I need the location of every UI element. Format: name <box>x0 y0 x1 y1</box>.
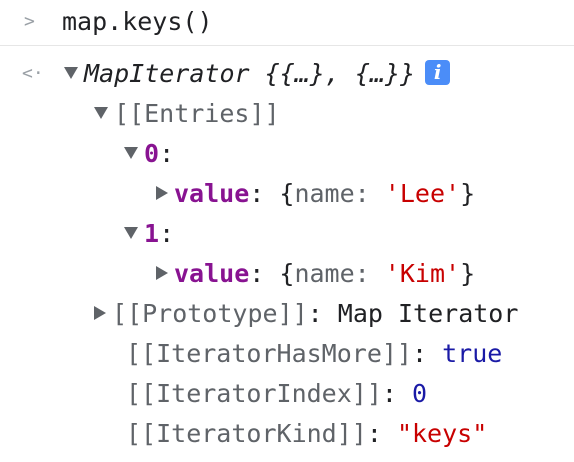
result-summary[interactable]: MapIterator {{…}, {…}} <box>84 59 415 88</box>
expand-triangle-icon[interactable] <box>124 147 138 159</box>
object-field-name: name <box>294 259 355 288</box>
prototype-label: [[Prototype]] <box>112 299 308 328</box>
object-field-separator: : <box>354 179 370 208</box>
object-field-name: name <box>294 179 355 208</box>
prototype-value: Map Iterator <box>337 299 519 328</box>
return-arrow-icon: <· <box>22 63 44 84</box>
object-field-separator: : <box>354 259 370 288</box>
iterator-kind-label: [[IteratorKind]] <box>126 419 367 448</box>
object-open-brace: { <box>279 179 295 208</box>
iterator-has-more-value: true <box>442 339 503 368</box>
iterator-index-label: [[IteratorIndex]] <box>126 379 382 408</box>
expand-triangle-icon[interactable] <box>124 227 138 239</box>
entry-property-separator: : <box>249 259 265 288</box>
entry-separator: : <box>159 219 175 248</box>
console-input-row: > map.keys() <box>0 2 574 46</box>
object-field-value: 'Lee' <box>384 179 461 208</box>
entry-property: value <box>174 179 250 208</box>
object-open-brace: { <box>279 259 295 288</box>
input-expression[interactable]: map.keys() <box>62 2 213 42</box>
prompt-chevron-icon: > <box>24 11 35 32</box>
info-icon[interactable]: i <box>425 60 451 85</box>
collapsed-triangle-icon[interactable] <box>156 186 168 200</box>
entry-separator: : <box>159 139 175 168</box>
expand-triangle-icon[interactable] <box>64 67 78 79</box>
collapsed-triangle-icon[interactable] <box>94 306 106 320</box>
entry-index: 1 <box>144 219 160 248</box>
entry-property: value <box>174 259 250 288</box>
object-close-brace: } <box>460 179 476 208</box>
iterator-kind-value: "keys" <box>396 419 488 448</box>
iterator-has-more-label: [[IteratorHasMore]] <box>126 339 412 368</box>
object-close-brace: } <box>460 259 476 288</box>
entry-property-separator: : <box>249 179 265 208</box>
devtools-console: > map.keys() <· MapIterator {{…}, {…}} i … <box>0 0 574 462</box>
entries-label: [[Entries]] <box>114 99 280 128</box>
expand-triangle-icon[interactable] <box>94 107 108 119</box>
collapsed-triangle-icon[interactable] <box>156 266 168 280</box>
iterator-index-value: 0 <box>411 379 428 408</box>
object-field-value: 'Kim' <box>384 259 461 288</box>
entry-index: 0 <box>144 139 160 168</box>
